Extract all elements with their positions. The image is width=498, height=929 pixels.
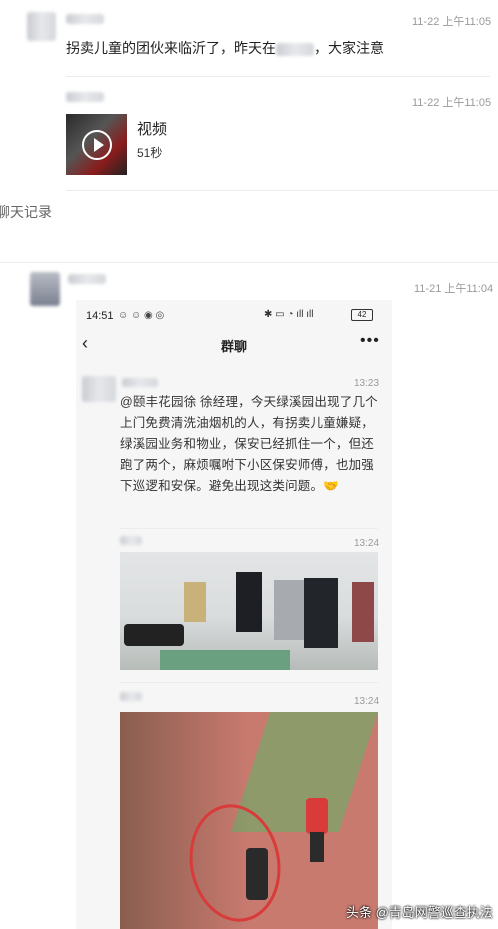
- chat-history-label: 聊天记录: [0, 204, 52, 220]
- quote-time: 13:24: [354, 696, 380, 707]
- divider: [66, 190, 498, 191]
- battery-icon: 42: [351, 309, 373, 321]
- video-label: 视频: [137, 121, 168, 138]
- message-text[interactable]: 拐卖儿童的团伙来临沂了，昨天在 ，大家注意: [66, 38, 384, 58]
- security-office-photo[interactable]: [120, 552, 378, 670]
- divider: [66, 76, 490, 77]
- chat-title: 群聊: [220, 339, 247, 354]
- more-dots-icon[interactable]: •••: [360, 332, 380, 350]
- video-thumbnail[interactable]: [66, 114, 127, 175]
- play-icon[interactable]: [82, 130, 112, 160]
- phone-status-time: 14:51: [86, 310, 114, 322]
- divider: [0, 262, 498, 263]
- video-duration: 51秒: [137, 146, 163, 160]
- sender-name: [120, 692, 142, 701]
- embedded-screenshot[interactable]: 14:51 ☺ ☺ ◉ ◎ ✱ ▭ ◔ ıll ıll 42 ‹ 群聊 ••• …: [76, 300, 392, 929]
- message-time: 11-22 上午11:05: [412, 97, 492, 109]
- sender-name: [66, 14, 104, 24]
- divider: [120, 528, 378, 529]
- message-time: 11-21 上午11:04: [414, 283, 494, 295]
- avatar: [82, 376, 116, 402]
- sender-name: [120, 536, 142, 545]
- watermark: 头条 @青岛网警巡查执法: [346, 905, 493, 920]
- status-icons: ☺ ☺ ◉ ◎: [118, 310, 165, 321]
- redacted-place: [276, 42, 314, 56]
- sender-name: [122, 378, 158, 387]
- quote-time: 13:24: [354, 538, 380, 549]
- avatar[interactable]: [30, 272, 60, 306]
- divider: [120, 682, 378, 683]
- message-time: 11-22 上午11:05: [412, 16, 492, 28]
- quote-text: @颐丰花园徐 徐经理，今天绿溪园出现了几个上门免费清洗油烟机的人，有拐卖儿童嫌疑…: [120, 395, 378, 493]
- street-photo[interactable]: [120, 712, 378, 929]
- sender-name: [66, 92, 104, 102]
- quote-time: 13:23: [354, 378, 380, 389]
- sender-name: [68, 274, 106, 284]
- avatar[interactable]: [27, 12, 56, 41]
- signal-icons: ✱ ▭ ◔ ıll ıll: [264, 309, 314, 320]
